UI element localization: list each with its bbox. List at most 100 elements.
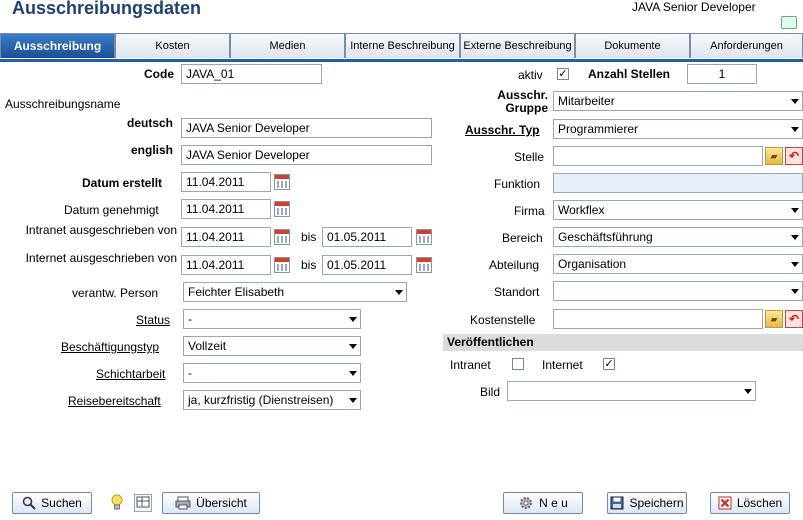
kostenstelle-label: Kostenstelle [470, 313, 536, 327]
aktiv-label: aktiv [518, 68, 543, 82]
ausschr-gruppe-select[interactable]: Mitarbeiter [553, 91, 803, 111]
bis-label: bis [301, 230, 317, 244]
datum-erstellt-input[interactable]: 11.04.2011 [181, 172, 271, 192]
tab-interne-beschreibung[interactable]: Interne Beschreibung [345, 33, 460, 58]
stelle-input[interactable] [553, 146, 763, 166]
uebersicht-button[interactable]: Übersicht [162, 492, 260, 514]
schichtarbeit-value: - [188, 366, 192, 380]
status-label[interactable]: Status [136, 313, 170, 327]
abteilung-label: Abteilung [489, 258, 540, 272]
chevron-down-icon [791, 262, 799, 267]
calendar-icon[interactable] [416, 257, 432, 273]
english-label: english [131, 143, 174, 157]
veroeffentlichen-section-header: Veröffentlichen [443, 334, 803, 351]
internet-checkbox-label: Internet [542, 358, 583, 372]
datum-erstellt-label: Datum erstellt [82, 176, 163, 190]
chevron-down-icon [791, 127, 799, 132]
verantw-person-select[interactable]: Feichter Elisabeth [183, 282, 407, 302]
standort-label: Standort [494, 285, 540, 299]
status-select[interactable]: - [183, 309, 361, 329]
undo-icon[interactable]: ↶ [785, 310, 803, 328]
gear-icon [520, 497, 533, 509]
bild-select[interactable] [507, 381, 756, 401]
calendar-icon[interactable] [274, 257, 290, 273]
chevron-down-icon [349, 398, 357, 403]
chevron-down-icon [744, 389, 752, 394]
intranet-to-input[interactable]: 01.05.2011 [322, 227, 412, 247]
anzahl-stellen-label: Anzahl Stellen [588, 67, 671, 81]
reisebereitschaft-value: ja, kurzfristig (Dienstreisen) [188, 393, 334, 407]
schichtarbeit-label[interactable]: Schichtarbeit [96, 367, 165, 381]
chevron-down-icon [349, 344, 357, 349]
firma-label: Firma [514, 204, 545, 218]
chevron-down-icon [349, 371, 357, 376]
suchen-button[interactable]: Suchen [12, 492, 92, 514]
printer-icon [175, 496, 191, 510]
tab-dokumente[interactable]: Dokumente [575, 33, 690, 58]
internet-ausgeschrieben-label: Internet ausgeschrieben von [25, 251, 177, 265]
undo-icon[interactable]: ↶ [785, 147, 803, 165]
tab-anforderungen[interactable]: Anforderungen [690, 33, 803, 58]
kostenstelle-input[interactable] [553, 309, 763, 329]
loeschen-button[interactable]: Löschen [710, 492, 790, 514]
tab-kosten[interactable]: Kosten [115, 33, 230, 58]
neu-button[interactable]: N e u [503, 492, 583, 514]
uebersicht-label: Übersicht [196, 496, 247, 510]
bereich-select[interactable]: Geschäftsführung [553, 227, 803, 247]
lightbulb-icon[interactable] [108, 494, 126, 512]
anzahl-stellen-input[interactable]: 1 [687, 64, 757, 84]
beschaeftigungstyp-value: Vollzeit [188, 339, 227, 353]
ausschr-typ-label[interactable]: Ausschr. Typ [465, 123, 539, 137]
status-value: - [188, 312, 192, 326]
bis-label: bis [301, 258, 317, 272]
standort-select[interactable] [553, 281, 803, 301]
ausschr-gruppe-value: Mitarbeiter [558, 94, 615, 108]
deutsch-input[interactable]: JAVA Senior Developer [181, 118, 432, 138]
loeschen-label: Löschen [736, 496, 783, 510]
grid-icon[interactable] [134, 494, 152, 512]
datum-genehmigt-label: Datum genehmigt [64, 203, 159, 217]
internet-checkbox[interactable]: ✓ [603, 358, 615, 370]
intranet-ausgeschrieben-label: Intranet ausgeschrieben von [25, 223, 177, 237]
internet-from-input[interactable]: 11.04.2011 [181, 255, 271, 275]
ausschr-typ-select[interactable]: Programmierer [553, 119, 803, 139]
calendar-icon[interactable] [274, 201, 290, 217]
ausschr-gruppe-label: Ausschr. Gruppe [497, 88, 548, 115]
suchen-label: Suchen [41, 496, 82, 510]
speichern-button[interactable]: Speichern [607, 492, 687, 514]
save-icon [610, 496, 624, 510]
code-input[interactable]: JAVA_01 [181, 64, 322, 84]
datum-genehmigt-input[interactable]: 11.04.2011 [181, 199, 271, 219]
folder-open-icon[interactable]: ▰ [765, 310, 783, 328]
stelle-label: Stelle [514, 150, 545, 164]
aktiv-checkbox[interactable]: ✓ [557, 68, 569, 80]
reisebereitschaft-label[interactable]: Reisebereitschaft [68, 394, 161, 408]
beschaeftigungstyp-label[interactable]: Beschäftigungstyp [61, 340, 159, 354]
tab-ausschreibung[interactable]: Ausschreibung [0, 33, 115, 58]
calendar-icon[interactable] [274, 229, 290, 245]
abteilung-select[interactable]: Organisation [553, 254, 803, 274]
internet-to-input[interactable]: 01.05.2011 [322, 255, 412, 275]
chevron-down-icon [791, 208, 799, 213]
english-input[interactable]: JAVA Senior Developer [181, 145, 432, 165]
intranet-checkbox[interactable] [512, 358, 524, 370]
chevron-down-icon [349, 317, 357, 322]
funktion-input[interactable] [553, 173, 803, 193]
calendar-icon[interactable] [416, 229, 432, 245]
delete-icon [718, 496, 732, 510]
ausschreibungsname-label: Ausschreibungsname [5, 97, 121, 111]
calendar-icon[interactable] [274, 174, 290, 190]
refresh-icon[interactable] [781, 16, 797, 29]
beschaeftigungstyp-select[interactable]: Vollzeit [183, 336, 361, 356]
verantw-person-label: verantw. Person [72, 286, 159, 300]
tab-externe-beschreibung[interactable]: Externe Beschreibung [460, 33, 575, 58]
firma-select[interactable]: Workflex [553, 200, 803, 220]
folder-open-icon[interactable]: ▰ [765, 147, 783, 165]
schichtarbeit-select[interactable]: - [183, 363, 361, 383]
tab-bar: Ausschreibung Kosten Medien Interne Besc… [0, 33, 803, 62]
intranet-from-input[interactable]: 11.04.2011 [181, 227, 271, 247]
page-title: Ausschreibungsdaten [12, 0, 202, 18]
tab-medien[interactable]: Medien [230, 33, 345, 58]
reisebereitschaft-select[interactable]: ja, kurzfristig (Dienstreisen) [183, 390, 361, 410]
ausschr-typ-value: Programmierer [558, 122, 639, 136]
